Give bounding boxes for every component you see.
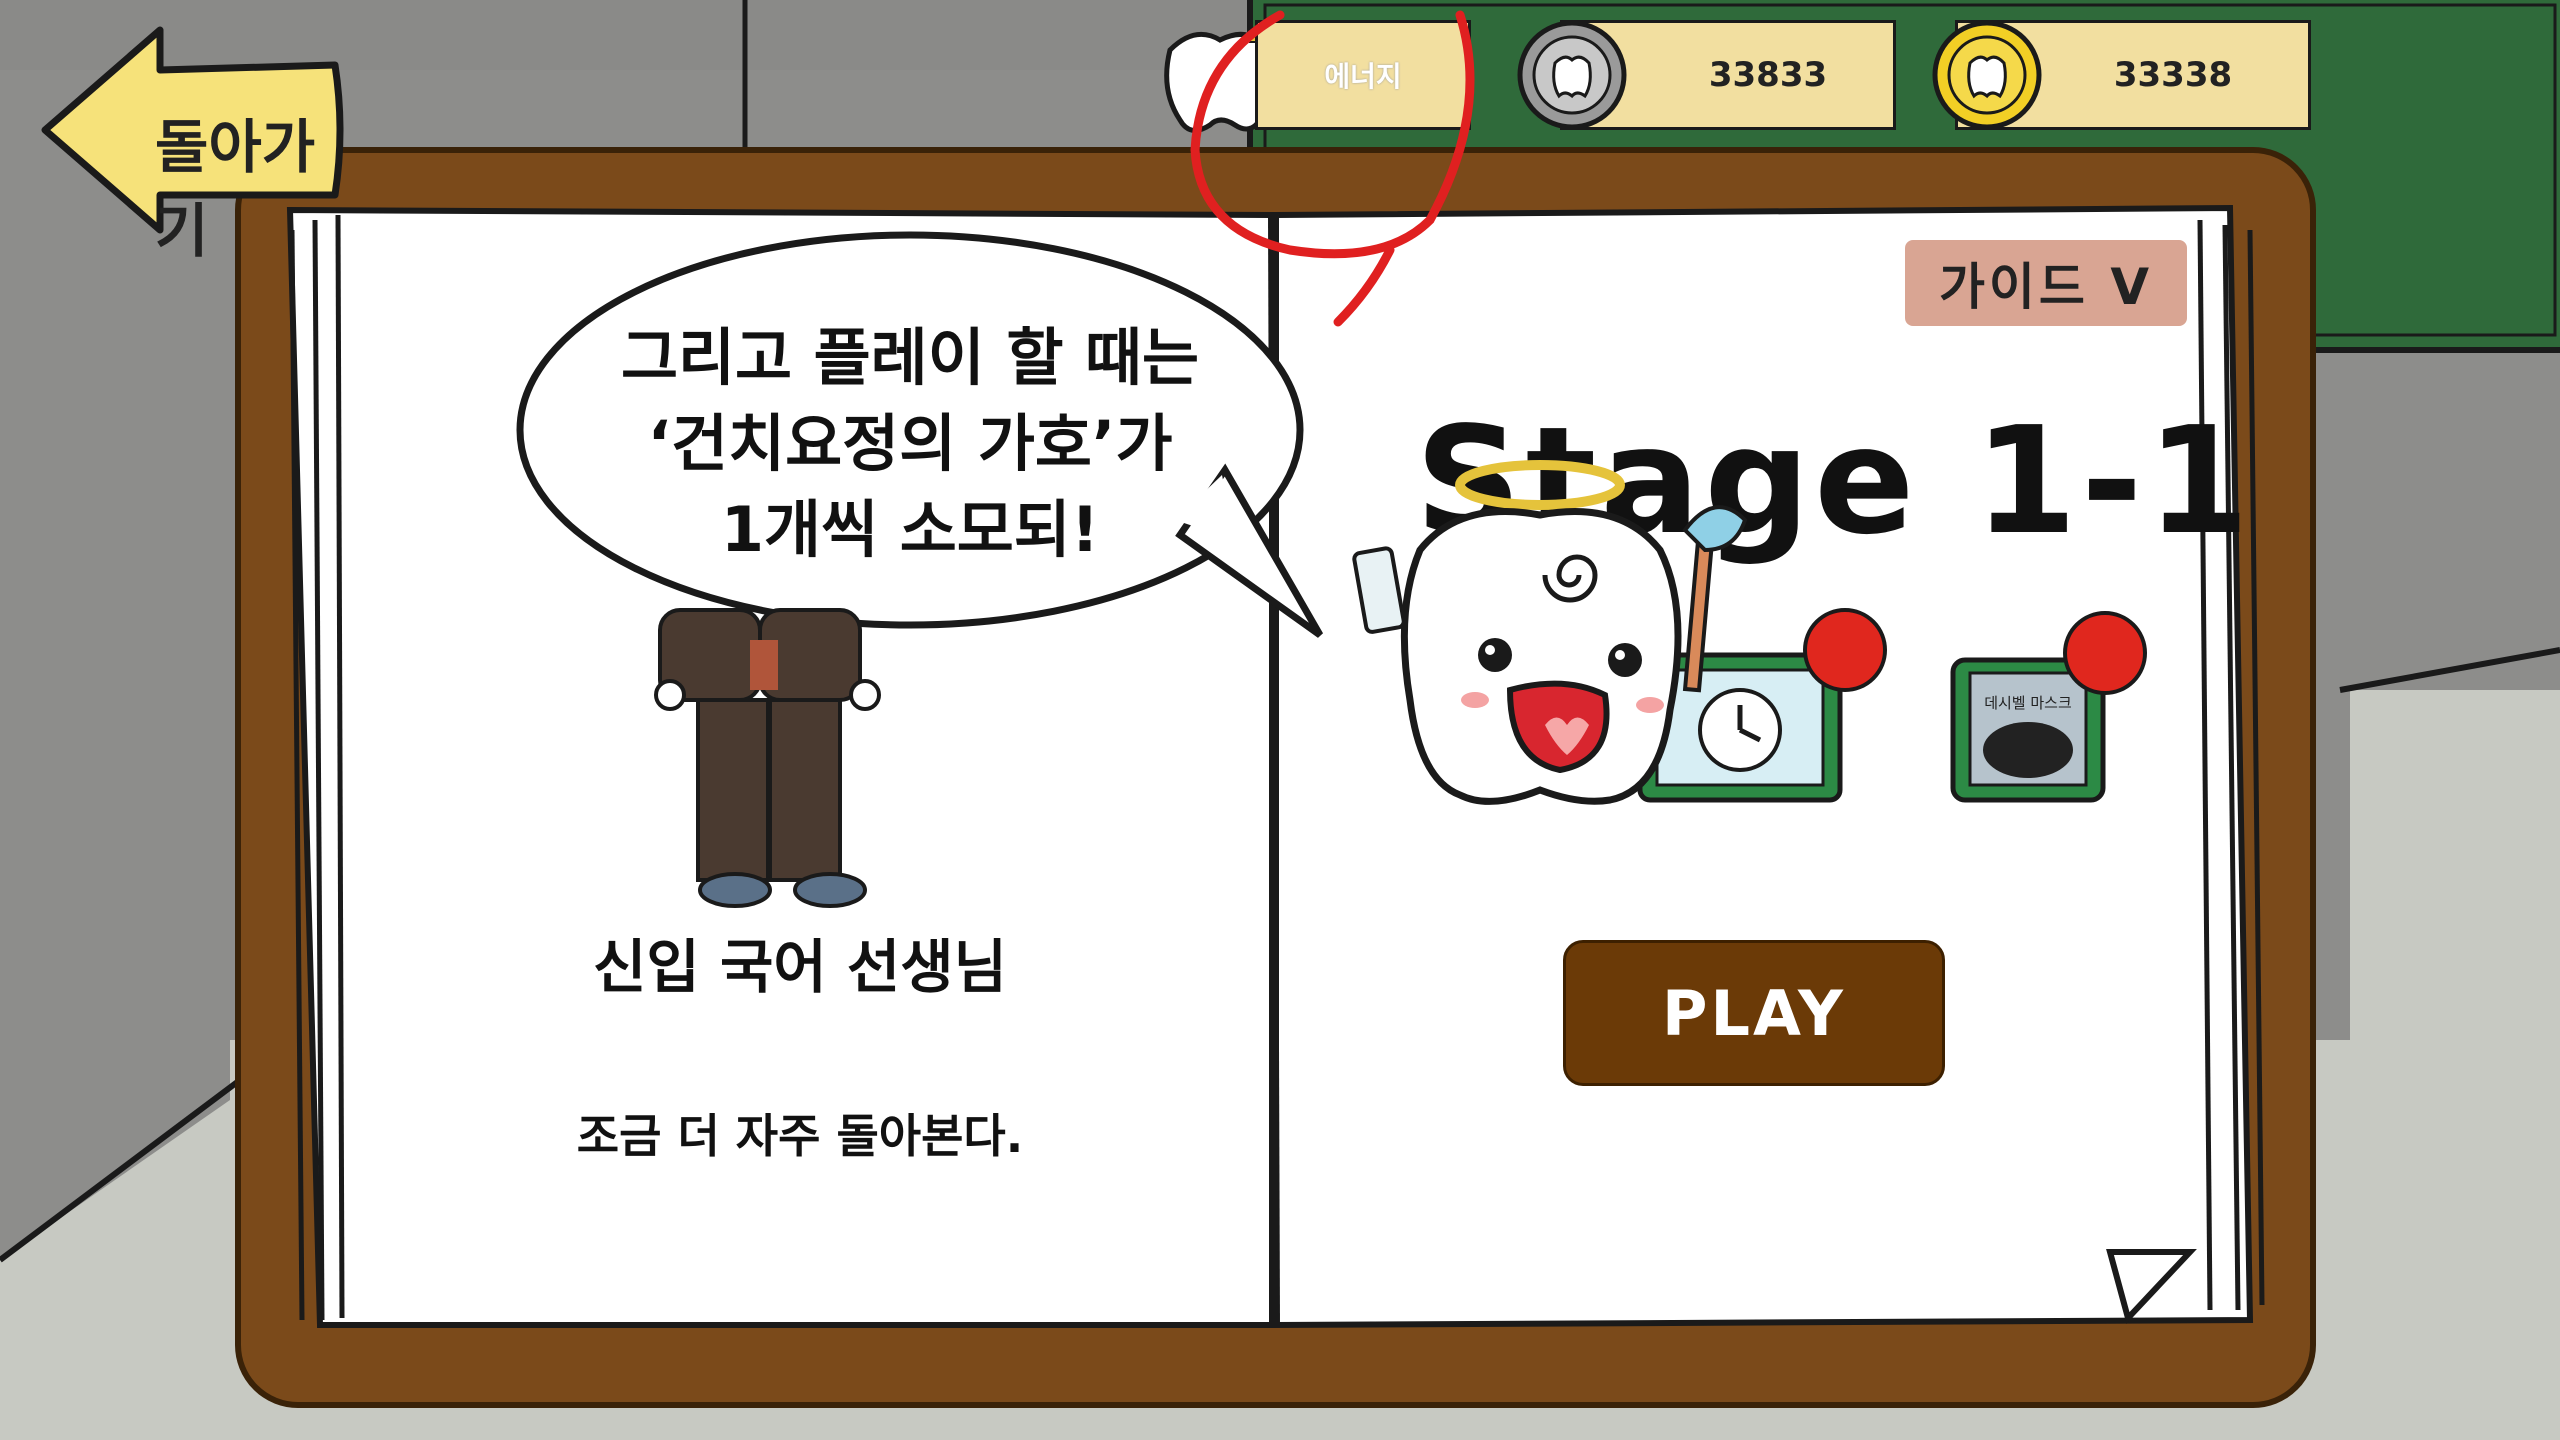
silver-coin-count: 33833 (1708, 55, 1828, 95)
back-button-label: 돌아가기 (155, 113, 316, 265)
tooth-fairy-mascot (1352, 460, 1748, 805)
character-description: 조금 더 자주 돌아본다. (576, 1109, 1024, 1163)
play-button[interactable]: PLAY (1563, 940, 1945, 1086)
teacher-character (654, 608, 881, 908)
dialog-line: 그리고 플레이 할 때는 (620, 321, 1200, 394)
item-badge-dot (2063, 611, 2147, 695)
gold-coin-count: 33338 (2113, 55, 2233, 95)
silver-coin-icon (1517, 20, 1627, 130)
gold-coin-icon (1932, 20, 2042, 130)
back-button[interactable]: 돌아가기 (40, 20, 350, 265)
red-annotation-circle (1190, 10, 1475, 327)
guide-button[interactable]: 가이드 V (1905, 240, 2187, 326)
character-name: 신입 국어 선생님 (593, 933, 1007, 1001)
dialog-text: 그리고 플레이 할 때는 ‘건치요정의 가호’가 1개씩 소모되! (560, 315, 1260, 573)
dialog-line: 1개씩 소모되! (720, 493, 1100, 566)
dialog-line: ‘건치요정의 가호’가 (647, 407, 1173, 480)
